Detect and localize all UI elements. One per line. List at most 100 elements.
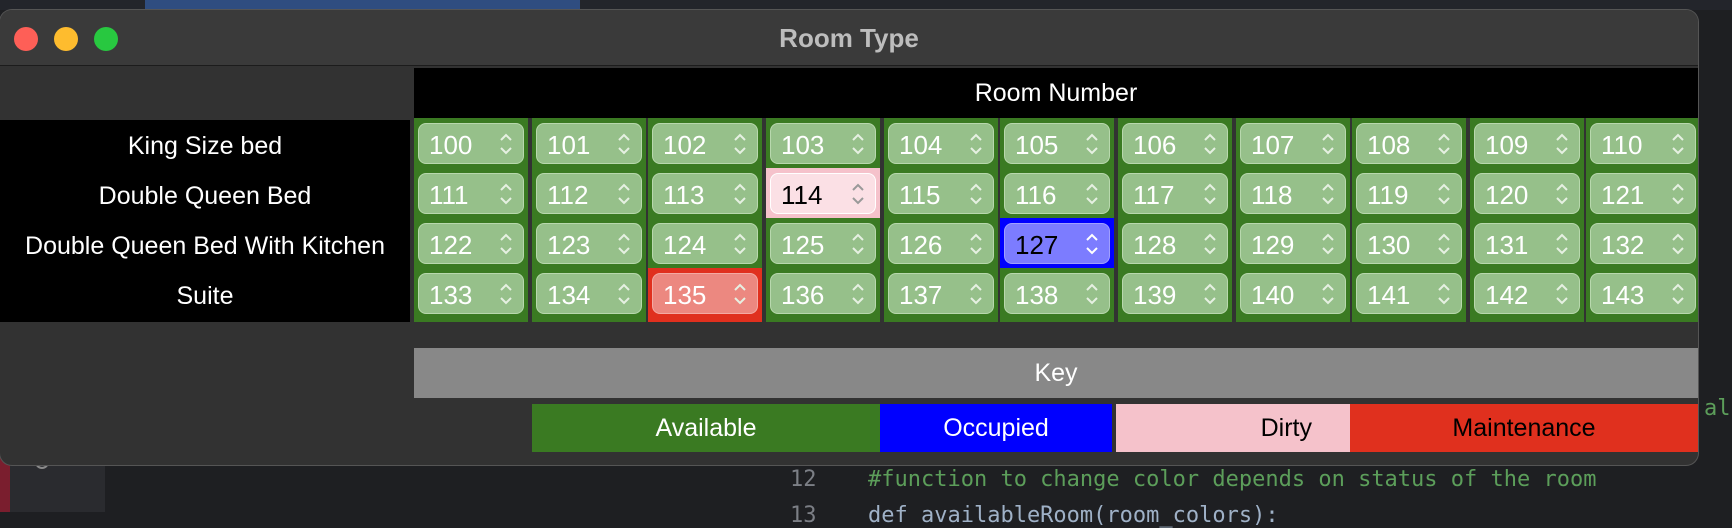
room-number-spinbox[interactable]: 135 [652, 273, 758, 314]
stepper-arrows-icon[interactable] [1435, 181, 1453, 207]
room-number-spinbox[interactable]: 124 [652, 223, 758, 264]
room-number-spinbox[interactable]: 121 [1590, 173, 1696, 214]
room-number-spinbox[interactable]: 127 [1004, 223, 1110, 264]
room-number-spinbox[interactable]: 114 [770, 173, 876, 214]
stepper-arrows-icon[interactable] [1553, 231, 1571, 257]
title-bar[interactable]: Room Type [0, 10, 1698, 66]
room-number-value: 126 [899, 230, 943, 260]
room-number-spinbox[interactable]: 105 [1004, 123, 1110, 164]
room-number-spinbox[interactable]: 136 [770, 273, 876, 314]
stepper-arrows-icon[interactable] [1083, 281, 1101, 307]
room-number-spinbox[interactable]: 133 [418, 273, 524, 314]
room-number-spinbox[interactable]: 122 [418, 223, 524, 264]
stepper-arrows-icon[interactable] [1083, 231, 1101, 257]
room-number-spinbox[interactable]: 118 [1240, 173, 1346, 214]
stepper-arrows-icon[interactable] [497, 181, 515, 207]
room-number-value: 136 [781, 280, 825, 310]
room-number-spinbox[interactable]: 140 [1240, 273, 1346, 314]
stepper-arrows-icon[interactable] [1553, 131, 1571, 157]
room-number-spinbox[interactable]: 109 [1474, 123, 1580, 164]
room-number-spinbox[interactable]: 129 [1240, 223, 1346, 264]
room-number-spinbox[interactable]: 123 [536, 223, 642, 264]
stepper-arrows-icon[interactable] [615, 131, 633, 157]
room-number-spinbox[interactable]: 115 [888, 173, 994, 214]
room-number-spinbox[interactable]: 113 [652, 173, 758, 214]
stepper-arrows-icon[interactable] [849, 281, 867, 307]
stepper-arrows-icon[interactable] [731, 181, 749, 207]
room-cell: 126 [884, 218, 998, 272]
room-number-spinbox[interactable]: 128 [1122, 223, 1228, 264]
stepper-arrows-icon[interactable] [849, 181, 867, 207]
room-cell: 122 [414, 218, 528, 272]
room-number-spinbox[interactable]: 130 [1356, 223, 1462, 264]
stepper-arrows-icon[interactable] [731, 131, 749, 157]
stepper-arrows-icon[interactable] [1319, 281, 1337, 307]
room-number-spinbox[interactable]: 141 [1356, 273, 1462, 314]
room-number-spinbox[interactable]: 101 [536, 123, 642, 164]
stepper-arrows-icon[interactable] [1319, 131, 1337, 157]
room-number-spinbox[interactable]: 125 [770, 223, 876, 264]
stepper-arrows-icon[interactable] [615, 281, 633, 307]
room-number-spinbox[interactable]: 108 [1356, 123, 1462, 164]
stepper-arrows-icon[interactable] [1201, 281, 1219, 307]
room-number-value: 102 [663, 130, 707, 160]
room-number-spinbox[interactable]: 103 [770, 123, 876, 164]
stepper-arrows-icon[interactable] [967, 181, 985, 207]
room-number-spinbox[interactable]: 117 [1122, 173, 1228, 214]
room-number-spinbox[interactable]: 137 [888, 273, 994, 314]
stepper-arrows-icon[interactable] [1201, 231, 1219, 257]
room-number-value: 132 [1601, 230, 1645, 260]
stepper-arrows-icon[interactable] [1553, 181, 1571, 207]
stepper-arrows-icon[interactable] [1669, 181, 1687, 207]
stepper-arrows-icon[interactable] [1319, 231, 1337, 257]
room-number-spinbox[interactable]: 102 [652, 123, 758, 164]
stepper-arrows-icon[interactable] [1435, 231, 1453, 257]
stepper-arrows-icon[interactable] [967, 281, 985, 307]
stepper-arrows-icon[interactable] [849, 131, 867, 157]
stepper-arrows-icon[interactable] [967, 131, 985, 157]
stepper-arrows-icon[interactable] [615, 231, 633, 257]
stepper-arrows-icon[interactable] [967, 231, 985, 257]
stepper-arrows-icon[interactable] [731, 231, 749, 257]
stepper-arrows-icon[interactable] [1083, 131, 1101, 157]
stepper-arrows-icon[interactable] [1435, 281, 1453, 307]
room-number-spinbox[interactable]: 126 [888, 223, 994, 264]
room-number-spinbox[interactable]: 119 [1356, 173, 1462, 214]
code-line-number: 13 [790, 503, 817, 528]
room-cell: 114 [766, 168, 880, 222]
room-number-spinbox[interactable]: 120 [1474, 173, 1580, 214]
room-number-spinbox[interactable]: 139 [1122, 273, 1228, 314]
stepper-arrows-icon[interactable] [849, 231, 867, 257]
room-number-spinbox[interactable]: 112 [536, 173, 642, 214]
stepper-arrows-icon[interactable] [497, 131, 515, 157]
room-number-spinbox[interactable]: 104 [888, 123, 994, 164]
room-number-spinbox[interactable]: 111 [418, 173, 524, 214]
stepper-arrows-icon[interactable] [497, 281, 515, 307]
stepper-arrows-icon[interactable] [1669, 281, 1687, 307]
room-number-value: 117 [1133, 180, 1175, 210]
stepper-arrows-icon[interactable] [1201, 131, 1219, 157]
room-number-spinbox[interactable]: 100 [418, 123, 524, 164]
room-number-spinbox[interactable]: 110 [1590, 123, 1696, 164]
room-number-spinbox[interactable]: 134 [536, 273, 642, 314]
room-number-spinbox[interactable]: 131 [1474, 223, 1580, 264]
room-number-spinbox[interactable]: 142 [1474, 273, 1580, 314]
stepper-arrows-icon[interactable] [615, 181, 633, 207]
room-number-spinbox[interactable]: 143 [1590, 273, 1696, 314]
stepper-arrows-icon[interactable] [731, 281, 749, 307]
stepper-arrows-icon[interactable] [1669, 231, 1687, 257]
room-cell: 100 [414, 118, 528, 172]
stepper-arrows-icon[interactable] [1435, 131, 1453, 157]
room-number-spinbox[interactable]: 138 [1004, 273, 1110, 314]
stepper-arrows-icon[interactable] [497, 231, 515, 257]
room-number-spinbox[interactable]: 116 [1004, 173, 1110, 214]
stepper-arrows-icon[interactable] [1201, 181, 1219, 207]
room-number-spinbox[interactable]: 107 [1240, 123, 1346, 164]
code-partial-text: al [1704, 396, 1731, 421]
stepper-arrows-icon[interactable] [1319, 181, 1337, 207]
room-number-spinbox[interactable]: 132 [1590, 223, 1696, 264]
room-number-spinbox[interactable]: 106 [1122, 123, 1228, 164]
stepper-arrows-icon[interactable] [1669, 131, 1687, 157]
stepper-arrows-icon[interactable] [1083, 181, 1101, 207]
stepper-arrows-icon[interactable] [1553, 281, 1571, 307]
